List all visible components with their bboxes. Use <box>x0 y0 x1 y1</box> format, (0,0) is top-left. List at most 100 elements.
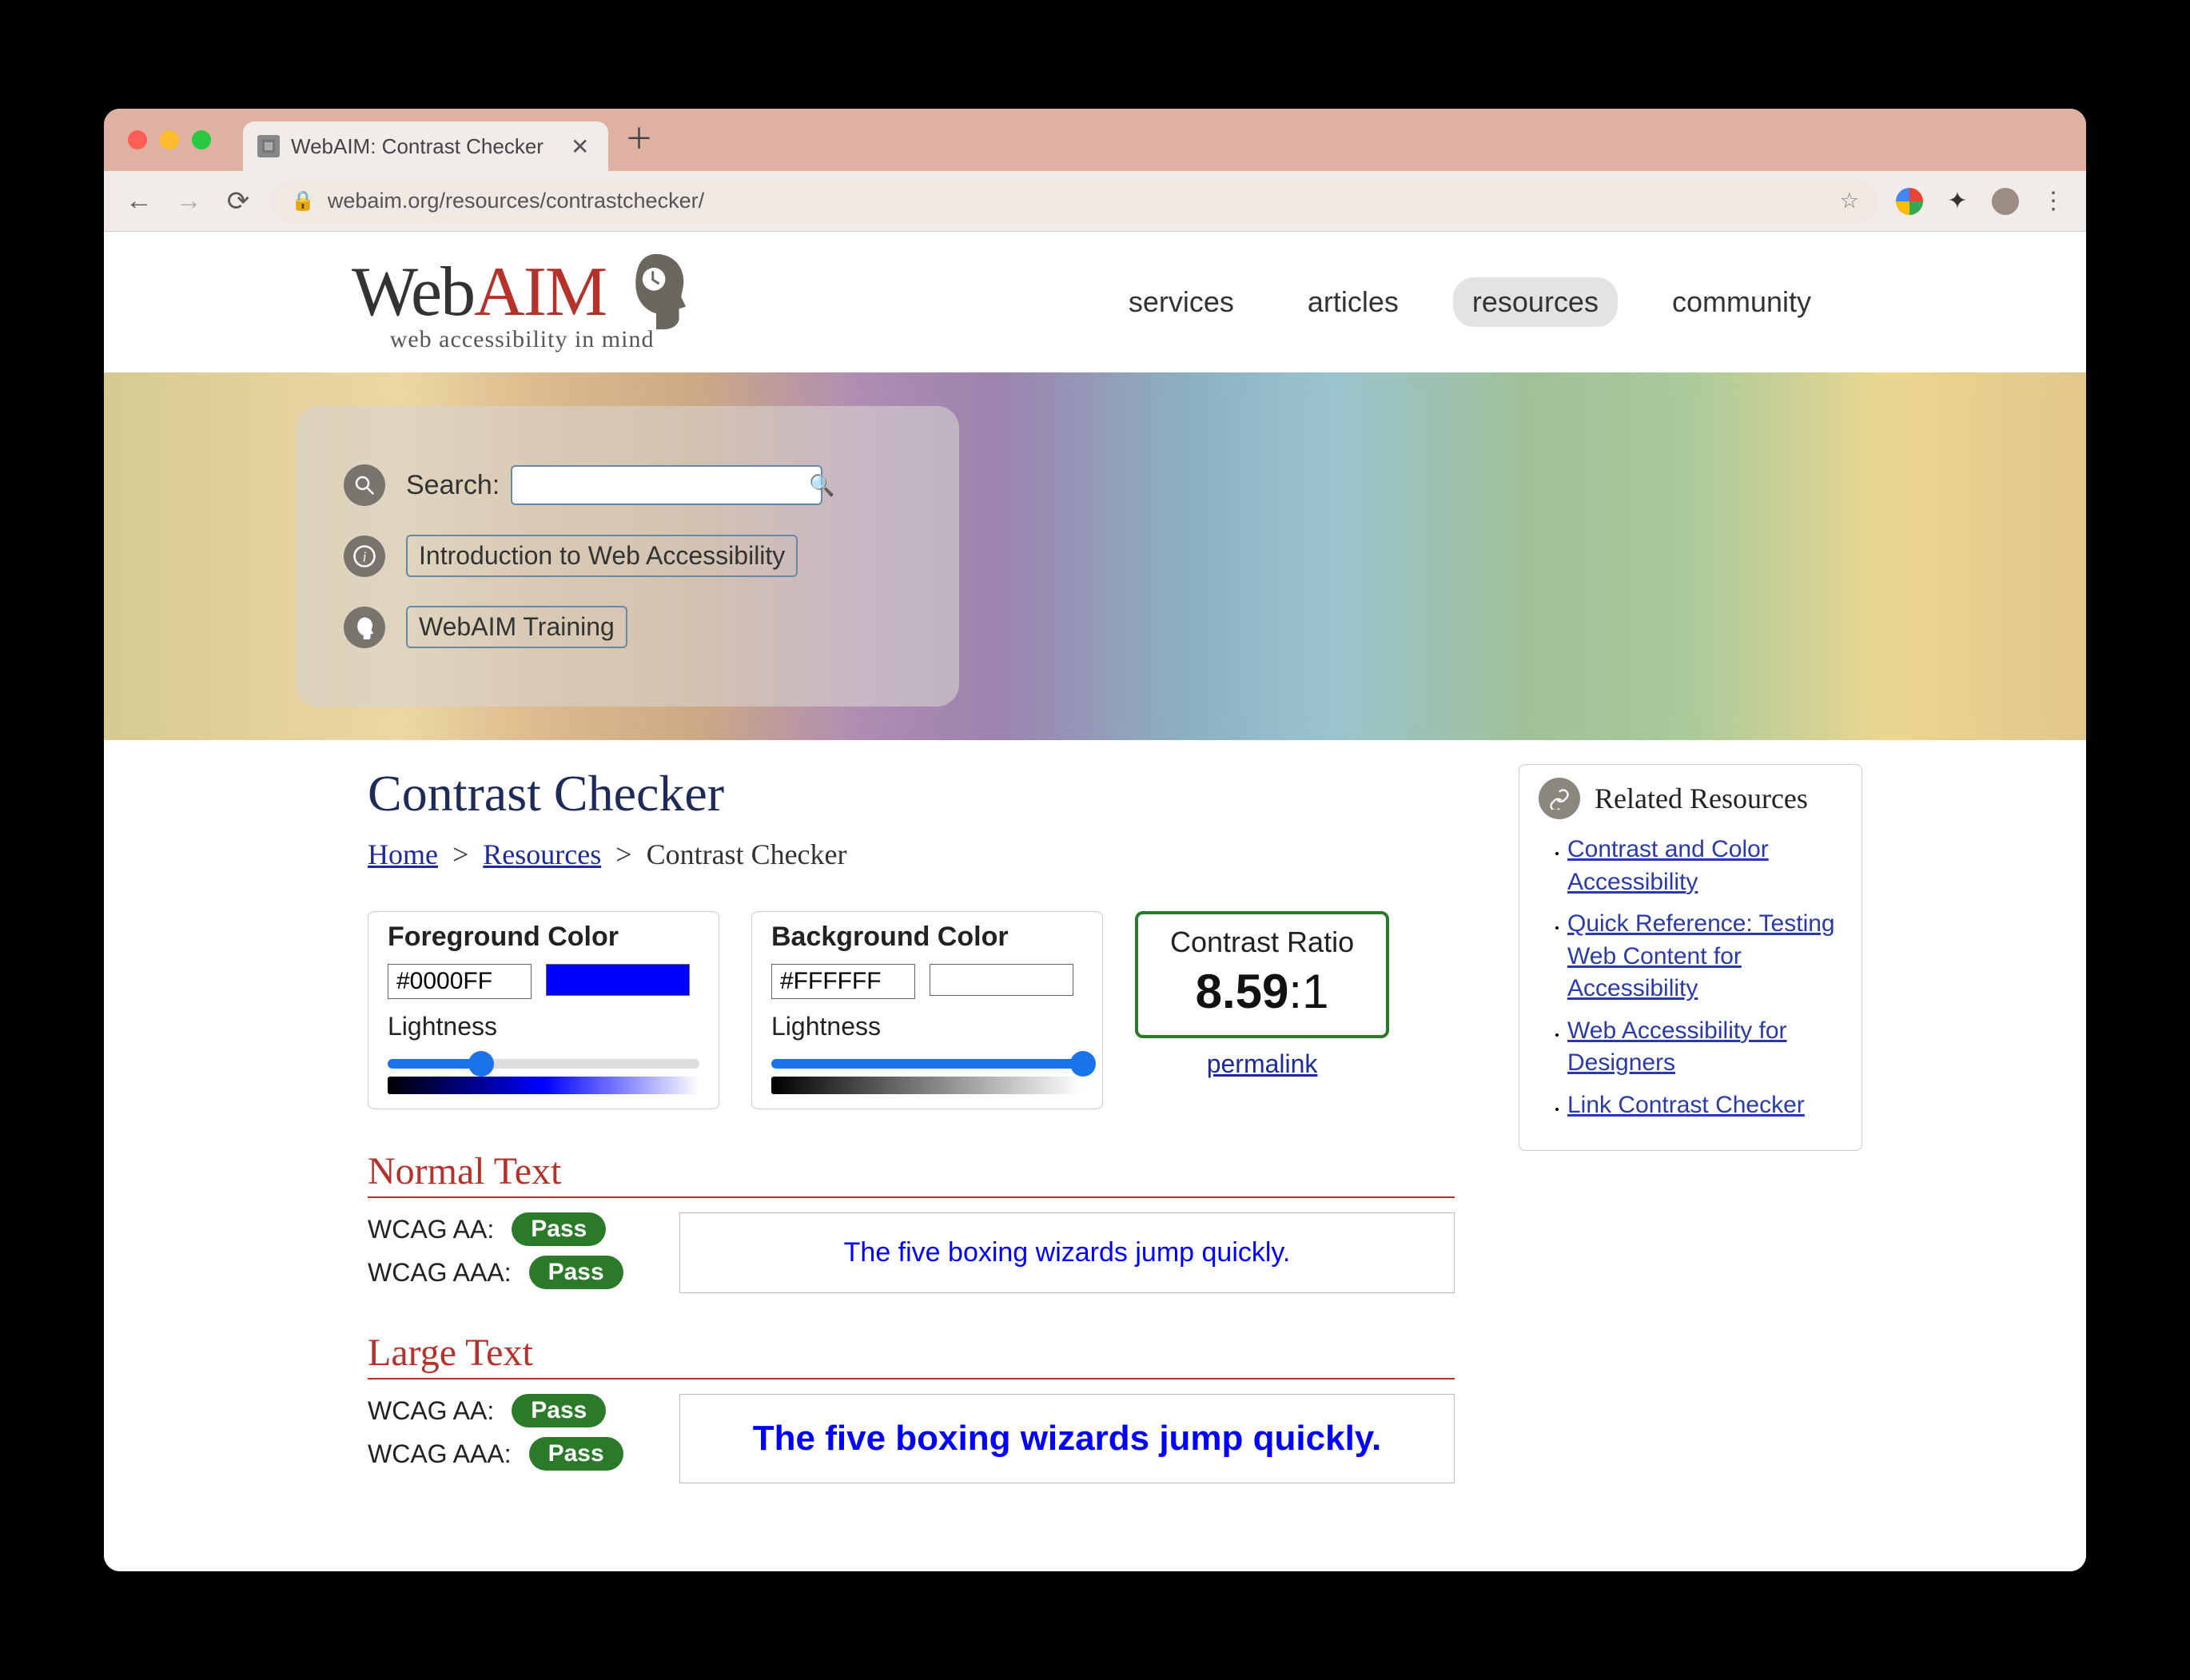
new-tab-button[interactable]: ＋ <box>624 116 653 164</box>
sidebar: Related Resources Contrast and Color Acc… <box>1519 764 1862 1515</box>
hero-search-row: Search: 🔍 <box>344 464 911 506</box>
color-controls-row: Foreground Color Lightness <box>368 911 1471 1109</box>
hero-banner: Search: 🔍 i Introduction to Web Accessib… <box>104 372 2086 740</box>
search-icon[interactable]: 🔍 <box>809 473 834 498</box>
hero-training-row: WebAIM Training <box>344 606 911 648</box>
background-hex-input[interactable] <box>771 964 915 999</box>
browser-menu-icon[interactable]: ⋮ <box>2040 188 2067 215</box>
site-header: WebAIM web accessibility in mind service… <box>104 232 2086 372</box>
contrast-ratio-label: Contrast Ratio <box>1170 926 1354 959</box>
intro-link[interactable]: Introduction to Web Accessibility <box>406 535 798 577</box>
contrast-ratio-value: 8.59:1 <box>1170 964 1354 1019</box>
foreground-heading: Foreground Color <box>368 912 719 964</box>
search-input-wrap: 🔍 <box>511 465 822 505</box>
main-nav: services articles resources community <box>1109 277 1830 327</box>
large-text-heading: Large Text <box>368 1331 1455 1379</box>
browser-tab[interactable]: WebAIM: Contrast Checker ✕ <box>243 121 608 171</box>
normal-aaa-label: WCAG AAA: <box>368 1258 512 1288</box>
close-window-button[interactable] <box>128 130 147 149</box>
normal-aa-label: WCAG AA: <box>368 1215 494 1244</box>
nav-community[interactable]: community <box>1653 277 1830 327</box>
close-tab-icon[interactable]: ✕ <box>571 133 589 160</box>
breadcrumb-home[interactable]: Home <box>368 838 438 870</box>
related-heading: Related Resources <box>1595 782 1808 815</box>
logo-text-aim: AIM <box>474 252 606 332</box>
related-link-2[interactable]: Web Accessibility for Designers <box>1567 1017 1787 1077</box>
logo-text-web: Web <box>352 252 474 332</box>
normal-text-sample[interactable]: The five boxing wizards jump quickly. <box>679 1212 1455 1293</box>
contrast-ratio-wrap: Contrast Ratio 8.59:1 permalink <box>1135 911 1389 1079</box>
large-aaa-badge: Pass <box>529 1437 623 1471</box>
breadcrumb-resources[interactable]: Resources <box>483 838 601 870</box>
related-link-1[interactable]: Quick Reference: Testing Web Content for… <box>1567 910 1835 1001</box>
nav-services[interactable]: services <box>1109 277 1253 327</box>
foreground-lightness-slider[interactable] <box>388 1059 699 1069</box>
window-controls <box>120 109 243 171</box>
large-aa-badge: Pass <box>512 1394 606 1427</box>
permalink[interactable]: permalink <box>1207 1049 1318 1078</box>
training-icon <box>344 607 385 648</box>
training-link[interactable]: WebAIM Training <box>406 606 627 648</box>
contrast-ratio-box: Contrast Ratio 8.59:1 <box>1135 911 1389 1038</box>
browser-tab-strip: WebAIM: Contrast Checker ✕ ＋ <box>104 109 2086 171</box>
back-button[interactable]: ← <box>123 185 155 217</box>
large-aa-label: WCAG AA: <box>368 1396 494 1426</box>
foreground-gradient-preview <box>388 1077 699 1094</box>
large-text-results: WCAG AA: Pass WCAG AAA: Pass The five bo… <box>368 1394 1455 1483</box>
normal-text-results: WCAG AA: Pass WCAG AAA: Pass The five bo… <box>368 1212 1455 1299</box>
background-card: Background Color Lightness <box>751 911 1103 1109</box>
search-head-icon <box>344 464 385 506</box>
url-text: webaim.org/resources/contrastchecker/ <box>328 189 704 213</box>
tab-title: WebAIM: Contrast Checker <box>291 134 544 159</box>
foreground-card: Foreground Color Lightness <box>368 911 719 1109</box>
profile-avatar-icon[interactable] <box>1992 188 2019 215</box>
normal-text-heading: Normal Text <box>368 1149 1455 1198</box>
nav-articles[interactable]: articles <box>1288 277 1418 327</box>
breadcrumb: Home > Resources > Contrast Checker <box>368 838 1471 871</box>
logo-head-icon <box>620 252 692 332</box>
content-column: Contrast Checker Home > Resources > Cont… <box>368 764 1471 1515</box>
logo-tagline: web accessibility in mind <box>390 326 655 353</box>
background-lightness-label: Lightness <box>752 1012 1102 1048</box>
extension-icons: ✦ ⋮ <box>1896 188 2067 215</box>
foreground-hex-input[interactable] <box>388 964 532 999</box>
hero-intro-row: i Introduction to Web Accessibility <box>344 535 911 577</box>
related-link-3[interactable]: Link Contrast Checker <box>1567 1092 1805 1118</box>
normal-aaa-badge: Pass <box>529 1256 623 1289</box>
reload-button[interactable]: ⟳ <box>222 185 254 217</box>
related-resources-box: Related Resources Contrast and Color Acc… <box>1519 764 1862 1151</box>
background-gradient-preview <box>771 1077 1083 1094</box>
page-title: Contrast Checker <box>368 764 1471 823</box>
forward-button[interactable]: → <box>173 185 205 217</box>
background-heading: Background Color <box>752 912 1102 964</box>
related-link-0[interactable]: Contrast and Color Accessibility <box>1567 836 1769 895</box>
main-layout: Contrast Checker Home > Resources > Cont… <box>104 740 2086 1515</box>
search-input[interactable] <box>520 472 809 498</box>
hero-panel: Search: 🔍 i Introduction to Web Accessib… <box>296 406 959 707</box>
address-bar[interactable]: 🔒 webaim.org/resources/contrastchecker/ … <box>272 181 1878 222</box>
foreground-swatch[interactable] <box>546 964 690 996</box>
page-content: WebAIM web accessibility in mind service… <box>104 232 2086 1571</box>
browser-toolbar: ← → ⟳ 🔒 webaim.org/resources/contrastche… <box>104 171 2086 232</box>
large-text-sample[interactable]: The five boxing wizards jump quickly. <box>679 1394 1455 1483</box>
link-icon <box>1539 778 1580 819</box>
extension-icon[interactable] <box>1896 188 1923 215</box>
search-label: Search: <box>406 470 500 501</box>
site-logo[interactable]: WebAIM web accessibility in mind <box>352 252 692 353</box>
background-swatch[interactable] <box>930 964 1073 996</box>
extensions-menu-icon[interactable]: ✦ <box>1944 188 1971 215</box>
minimize-window-button[interactable] <box>160 130 179 149</box>
foreground-lightness-label: Lightness <box>368 1012 719 1048</box>
maximize-window-button[interactable] <box>192 130 211 149</box>
info-icon: i <box>344 535 385 577</box>
breadcrumb-current: Contrast Checker <box>647 838 847 870</box>
browser-window: WebAIM: Contrast Checker ✕ ＋ ← → ⟳ 🔒 web… <box>104 109 2086 1571</box>
bookmark-star-icon[interactable]: ☆ <box>1840 189 1859 213</box>
large-aaa-label: WCAG AAA: <box>368 1439 512 1469</box>
normal-aa-badge: Pass <box>512 1212 606 1246</box>
background-lightness-slider[interactable] <box>771 1059 1083 1069</box>
svg-text:i: i <box>363 548 367 564</box>
nav-resources[interactable]: resources <box>1453 277 1618 327</box>
favicon-icon <box>257 135 280 157</box>
lock-icon: 🔒 <box>291 189 315 213</box>
